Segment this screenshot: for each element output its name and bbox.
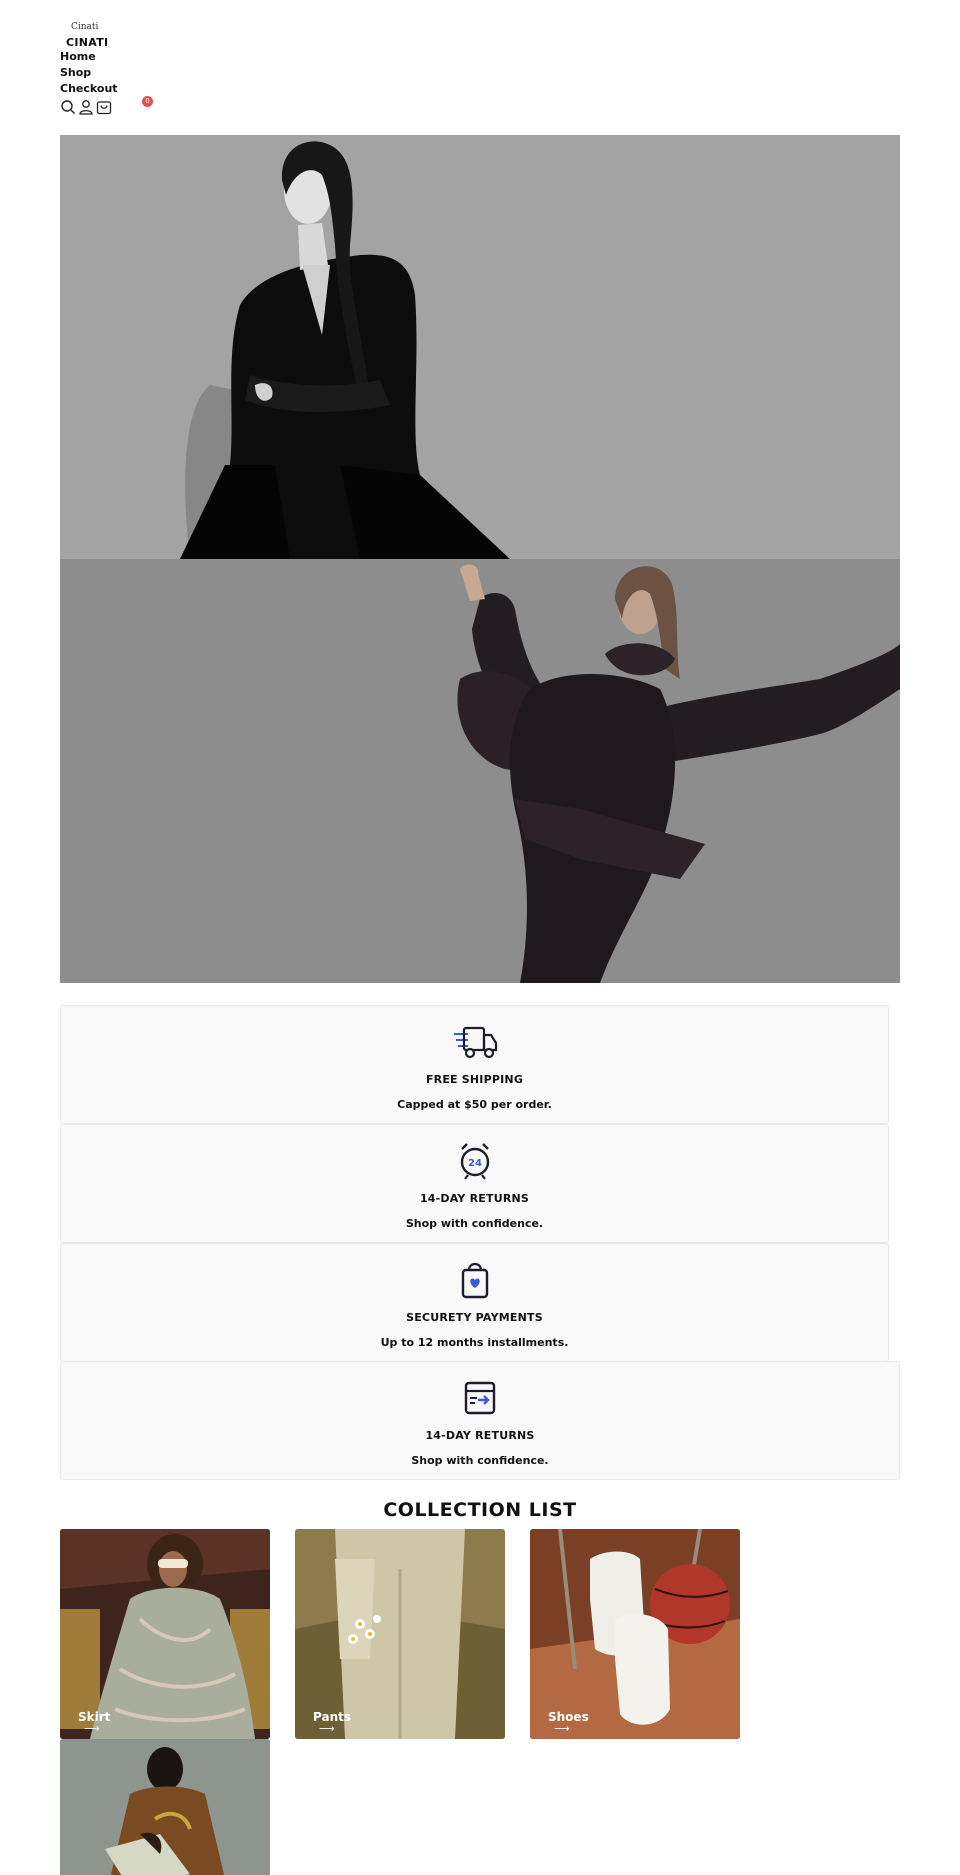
- feature-title: 14-DAY RETURNS: [425, 1429, 535, 1442]
- collection-image-pants: [295, 1529, 505, 1739]
- truck-icon: [452, 1022, 498, 1062]
- collection-card-pants[interactable]: Pants ⟶: [295, 1529, 505, 1739]
- hero-slide-2[interactable]: [60, 559, 900, 983]
- feature-card-returns: 24 14-DAY RETURNS Shop with confidence.: [60, 1124, 889, 1243]
- collection-image-shoes: [530, 1529, 740, 1739]
- logo-image[interactable]: Cinati: [71, 20, 260, 34]
- arrow-right-icon: ⟶: [84, 1722, 100, 1735]
- feature-card-shipping: FREE SHIPPING Capped at $50 per order.: [60, 1005, 889, 1124]
- site-header: Cinati CINATI Home Shop Checkout 0: [60, 20, 260, 115]
- nav-home[interactable]: Home: [60, 49, 260, 65]
- collection-card-bags[interactable]: [60, 1739, 270, 1875]
- hero-image-1: [180, 141, 510, 559]
- hero-slide-1[interactable]: [60, 135, 900, 559]
- header-icons: 0: [60, 96, 260, 115]
- cart-icon[interactable]: [96, 99, 112, 115]
- nav-checkout[interactable]: Checkout: [60, 81, 260, 97]
- collection-image-bags: [60, 1739, 270, 1875]
- feature-subtitle: Capped at $50 per order.: [397, 1098, 552, 1111]
- nav-shop[interactable]: Shop: [60, 65, 260, 81]
- hero-image-2: [457, 564, 900, 983]
- main-nav: Home Shop Checkout: [60, 49, 260, 97]
- feature-title: FREE SHIPPING: [425, 1073, 524, 1086]
- arrow-right-icon: ⟶: [319, 1722, 335, 1735]
- cart-count-badge: 0: [142, 96, 153, 107]
- logo-text[interactable]: CINATI: [66, 36, 260, 49]
- feature-subtitle: Shop with confidence.: [411, 1454, 549, 1467]
- collection-image-skirt: [60, 1529, 270, 1739]
- collection-card-shoes[interactable]: Shoes ⟶: [530, 1529, 740, 1739]
- arrow-right-icon: ⟶: [554, 1722, 570, 1735]
- shopping-bag-icon: [452, 1260, 498, 1300]
- feature-card-payments: SECURETY PAYMENTS Up to 12 months instal…: [60, 1243, 889, 1362]
- feature-card-returns-2: 14-DAY RETURNS Shop with confidence.: [60, 1361, 900, 1480]
- clock-number: 24: [468, 1158, 482, 1169]
- feature-subtitle: Shop with confidence.: [405, 1217, 544, 1230]
- feature-subtitle: Up to 12 months installments.: [380, 1336, 569, 1349]
- search-icon[interactable]: [60, 99, 76, 115]
- collection-card-skirt[interactable]: Skirt ⟶: [60, 1529, 270, 1739]
- alarm-clock-icon: 24: [452, 1141, 498, 1181]
- user-icon[interactable]: [78, 99, 94, 115]
- feature-title: SECURETY PAYMENTS: [406, 1311, 543, 1324]
- box-return-icon: [457, 1378, 503, 1418]
- feature-title: 14-DAY RETURNS: [419, 1192, 530, 1205]
- collection-title: COLLECTION LIST: [383, 1499, 577, 1521]
